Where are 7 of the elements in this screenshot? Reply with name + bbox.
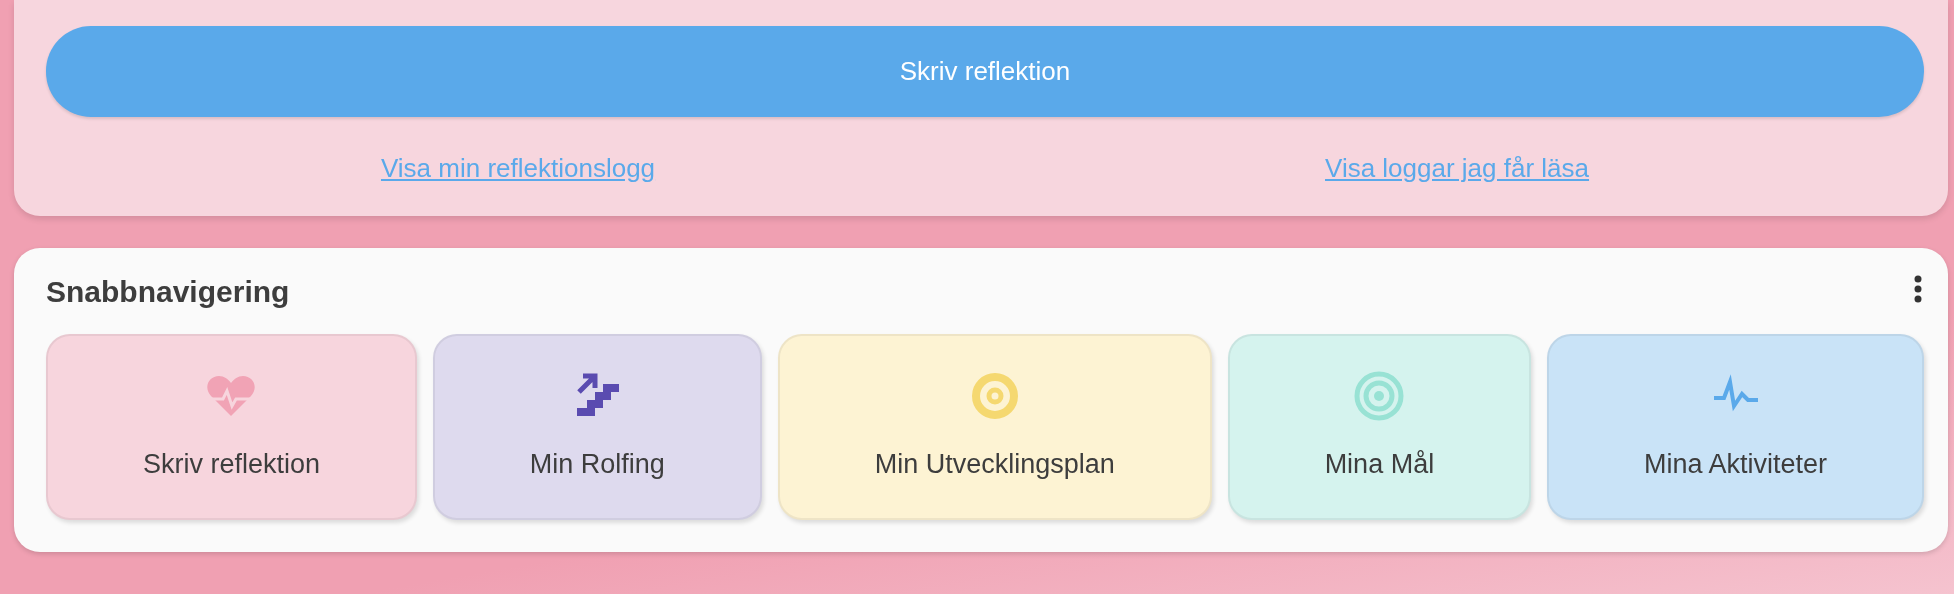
more-options-icon[interactable] bbox=[1912, 274, 1924, 304]
quick-nav-tile[interactable]: Min Rolfing bbox=[432, 334, 762, 520]
card-title: Snabbnavigering bbox=[46, 274, 290, 310]
quick-nav-tile[interactable]: Min Utvecklingsplan bbox=[777, 334, 1212, 520]
quick-nav-tile[interactable]: Mina Mål bbox=[1227, 334, 1532, 520]
quick-nav-tile[interactable]: Mina Aktiviteter bbox=[1547, 334, 1924, 520]
quick-nav-tile[interactable]: Skriv reflektion bbox=[46, 334, 417, 520]
